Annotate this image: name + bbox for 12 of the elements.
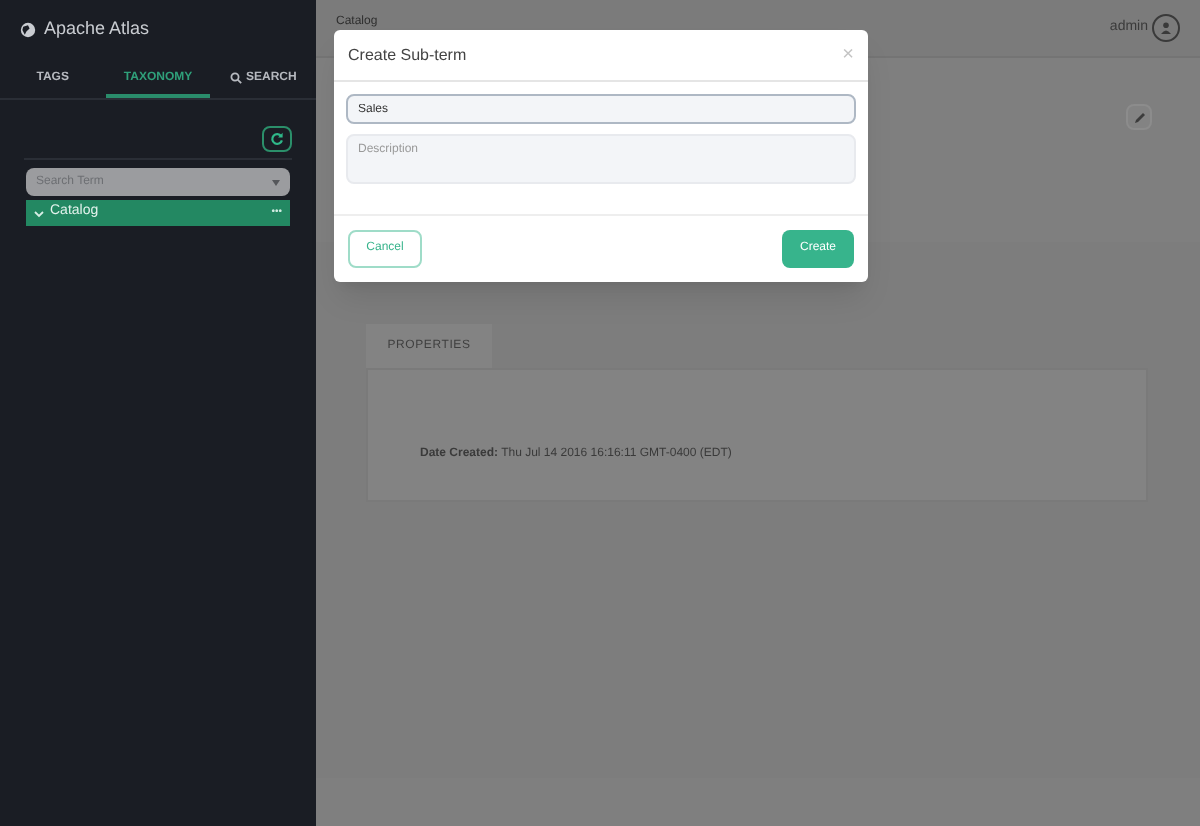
close-button[interactable]: × [842,45,854,65]
chevron-icon [34,209,44,217]
caret-icon [272,179,280,185]
edit-button[interactable] [1126,104,1152,130]
app-title: Apache Atlas [44,16,150,43]
refresh-button[interactable] [262,126,292,152]
pencil-icon [1133,111,1145,123]
search-icon [230,72,242,84]
modal-title: Create Sub-term [348,43,467,67]
avatar-icon[interactable] [1152,14,1180,42]
refresh-icon [270,132,284,146]
globe-icon [20,22,36,38]
